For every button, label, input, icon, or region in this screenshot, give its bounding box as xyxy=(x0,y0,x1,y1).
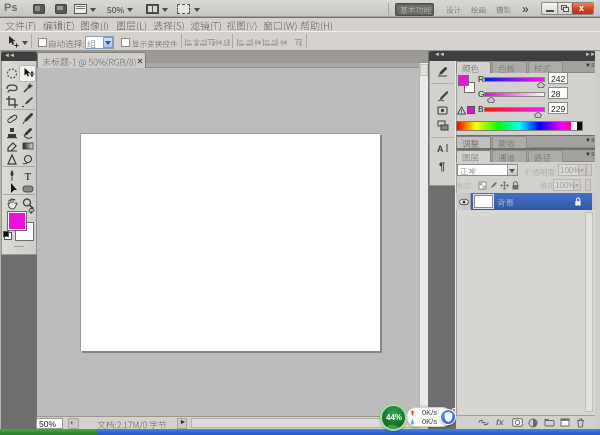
svg-text:A: A xyxy=(437,144,444,154)
svg-text:T: T xyxy=(25,171,32,182)
svg-text:¶: ¶ xyxy=(439,161,445,172)
